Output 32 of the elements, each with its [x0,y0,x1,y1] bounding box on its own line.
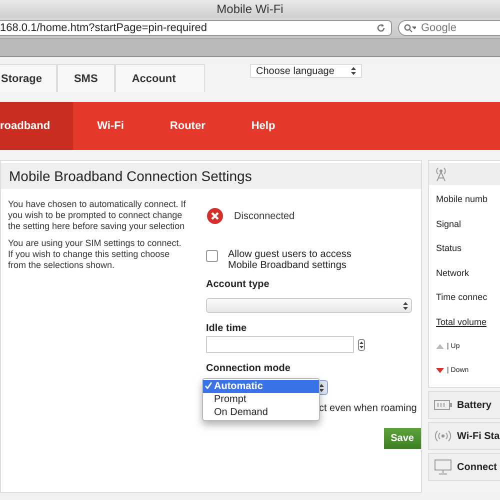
save-button[interactable]: Save [384,428,421,449]
window-title: Mobile Wi-Fi [216,2,284,16]
status-label: Network [436,268,470,278]
dropdown-option[interactable]: On Demand [203,406,319,419]
language-select[interactable]: Choose language [250,64,362,78]
info-text: You are using your SIM settings to connect. If you wish to change this setting choose from the selections shown. [8,238,182,271]
dropdown-option[interactable]: Prompt [203,393,319,406]
section-header[interactable]: Connect [428,453,500,481]
top-tab[interactable]: Account [114,64,205,92]
search-field[interactable]: Google [398,20,500,36]
address-field[interactable]: 168.0.1/home.htm?startPage=pin-required [0,20,392,36]
nav-item[interactable]: Router [146,102,228,150]
top-tab[interactable]: SMS [56,64,115,92]
field-label: Account type [206,279,270,290]
status-label: Status [436,243,462,254]
status-label: Mobile numb [436,194,488,204]
nav-item[interactable]: Wi-Fi [73,102,146,150]
info-text: You have chosen to automatically connect. If you wish to be prompted to connect change the setting here before saving your selection [8,199,186,232]
total-volume-link[interactable]: Total volume [436,316,487,327]
top-tab[interactable]: Storage [0,64,57,92]
nav-item[interactable]: Help [227,102,298,150]
status-text: Disconnected [234,210,295,222]
status-label: Signal [436,218,462,229]
panel-title: Mobile Broadband Connection Settings [1,163,421,189]
dropdown-option[interactable]: Automatic [203,380,319,393]
field-label: Idle time [206,323,248,334]
section-header[interactable]: Wi-Fi Sta [428,422,500,450]
nav-item[interactable]: roadband [0,102,74,150]
checkbox-label: Allow guest users to access Mobile Broadband settings [228,249,352,271]
field-label: Connection mode [206,363,292,374]
section-header[interactable]: Battery [428,391,500,419]
status-label: Time connec [436,292,488,302]
